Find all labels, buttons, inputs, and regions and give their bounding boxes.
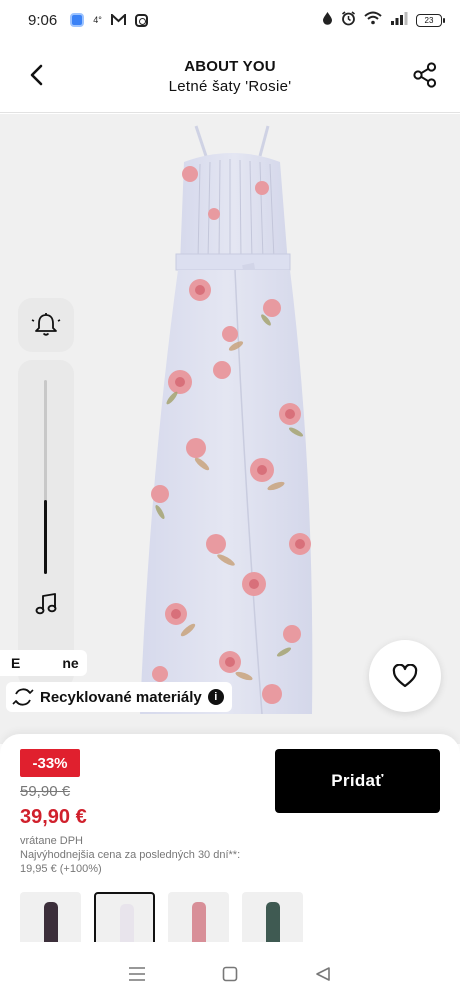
back-nav-button[interactable] [311, 962, 335, 986]
instagram-icon [134, 13, 148, 27]
product-name: Letné šaty 'Rosie' [168, 77, 292, 95]
share-icon [413, 62, 437, 88]
attribute-badge: E ne [0, 650, 87, 676]
home-button[interactable] [218, 962, 242, 986]
add-to-cart-button[interactable]: Pridať [275, 749, 440, 813]
recycled-materials-label: Recyklované materiály [40, 688, 202, 706]
brand-name: ABOUT YOU [184, 57, 276, 75]
variant-swatch [44, 902, 58, 942]
status-bar: 9:06 4° 23 [0, 0, 460, 40]
volume-slider[interactable] [44, 380, 47, 574]
status-left: 9:06 4° [28, 12, 148, 29]
old-price: 59,90 € [20, 783, 71, 800]
vat-note: vrátane DPH [20, 835, 83, 847]
variant-thumbnail[interactable] [94, 892, 155, 942]
variant-swatch [120, 904, 134, 942]
color-variants [20, 892, 460, 942]
wishlist-button[interactable] [369, 640, 441, 712]
back-triangle-icon [316, 966, 331, 981]
variant-swatch [266, 902, 280, 942]
share-button[interactable] [412, 62, 438, 88]
purchase-sheet: -33% 59,90 € 39,90 € vrátane DPH Najvýho… [0, 734, 460, 950]
lowest-price-note: Najvýhodnejšia cena za posledných 30 dní… [20, 849, 241, 875]
signal-icon [390, 11, 408, 29]
attribute-badge-label: E ne [11, 655, 79, 671]
price-notes: vrátane DPH Najvýhodnejšia cena za posle… [20, 834, 260, 876]
app-icon [70, 13, 85, 27]
variant-thumbnail[interactable] [242, 892, 303, 942]
home-square-icon [222, 966, 238, 981]
variant-thumbnail[interactable] [20, 892, 81, 942]
heart-icon [392, 664, 418, 688]
battery-icon: 23 [416, 13, 445, 27]
mail-icon [110, 14, 126, 26]
variant-swatch [192, 902, 206, 942]
network-label: 4° [93, 15, 102, 25]
side-panel [18, 298, 74, 688]
volume-slider-panel [18, 360, 74, 688]
header: ABOUT YOU Letné šaty 'Rosie' [0, 40, 460, 113]
back-button[interactable] [24, 63, 48, 87]
bell-icon [31, 313, 61, 336]
alarm-icon [341, 10, 356, 30]
recycle-icon [12, 688, 34, 706]
discount-badge: -33% [20, 749, 80, 777]
status-time: 9:06 [28, 11, 58, 29]
volume-slider-fill [44, 500, 47, 574]
chevron-left-icon [30, 64, 43, 86]
new-price: 39,90 € [20, 806, 87, 828]
battery-level: 23 [424, 15, 434, 25]
wifi-icon [364, 11, 382, 29]
music-note-icon [35, 593, 57, 615]
variant-thumbnail[interactable] [168, 892, 229, 942]
bell-button[interactable] [18, 298, 74, 352]
menu-icon [128, 966, 145, 981]
system-nav-bar [0, 950, 460, 997]
status-right: 23 [322, 10, 445, 30]
music-button[interactable] [33, 591, 59, 617]
drop-icon [322, 11, 333, 29]
info-icon[interactable]: i [207, 689, 224, 705]
recent-apps-button[interactable] [125, 962, 149, 986]
title-block: ABOUT YOU Letné šaty 'Rosie' [169, 58, 292, 95]
recycled-materials-badge[interactable]: Recyklované materiály i [6, 682, 232, 712]
